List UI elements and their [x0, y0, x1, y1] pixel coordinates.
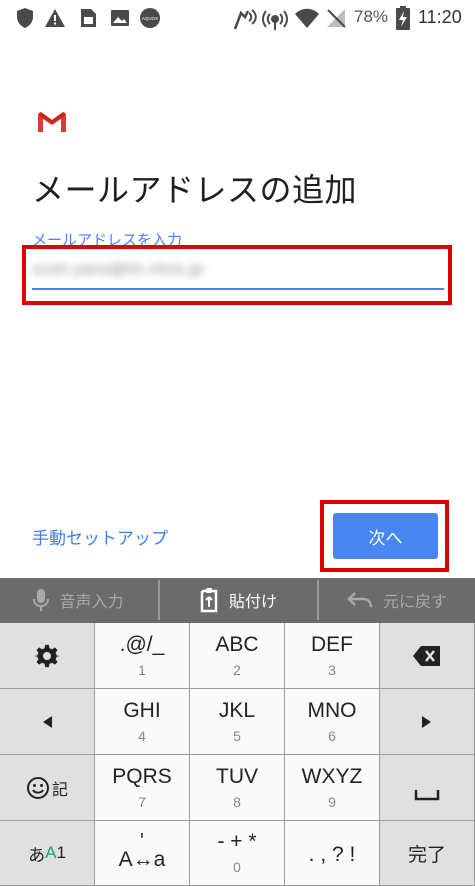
case-key-label: A↔a — [118, 848, 166, 871]
key-4[interactable]: GHI 4 — [95, 689, 190, 755]
key-3[interactable]: DEF 3 — [285, 623, 380, 689]
voice-input-label: 音声入力 — [59, 592, 124, 611]
input-mode-key[interactable]: あ A 1 — [0, 821, 95, 886]
smiley-icon — [26, 776, 49, 799]
key-7[interactable]: PQRS 7 — [95, 755, 190, 821]
key-5-number: 5 — [233, 727, 241, 744]
gear-icon — [34, 644, 60, 667]
paste-label: 貼付け — [228, 592, 277, 611]
status-time: 11:20 — [418, 7, 462, 27]
image-icon — [111, 10, 129, 26]
battery-percentage: 78% — [354, 7, 389, 26]
key-6-number: 6 — [328, 727, 336, 744]
shield-icon — [17, 8, 33, 28]
key-2-number: 2 — [233, 661, 241, 678]
emoji-key-label: 記 — [51, 779, 68, 799]
key-5[interactable]: JKL 5 — [190, 689, 285, 755]
gmail-logo-icon — [38, 112, 66, 132]
svg-text:AQUOS: AQUOS — [142, 16, 158, 21]
microphone-icon — [33, 589, 50, 611]
paste-button[interactable]: 貼付け — [160, 580, 316, 620]
key-8-number: 8 — [233, 793, 241, 810]
punctuation-key-label: . , ? ! — [308, 843, 356, 866]
case-toggle-key[interactable]: ' A↔a — [95, 821, 190, 886]
aquos-icon: AQUOS — [140, 8, 160, 28]
key-1[interactable]: .@/_ 1 — [95, 623, 190, 689]
key-8[interactable]: TUV 8 — [190, 755, 285, 821]
backspace-key[interactable] — [380, 623, 475, 689]
key-5-label: JKL — [218, 698, 256, 722]
page-title: メールアドレスの追加 — [32, 171, 358, 209]
space-icon — [414, 789, 440, 800]
battery-charging-icon — [396, 6, 410, 30]
space-key[interactable] — [380, 755, 475, 821]
key-7-label: PQRS — [112, 764, 172, 788]
key-0-label: - + * — [217, 830, 257, 853]
settings-key[interactable] — [0, 623, 95, 689]
cursor-right-key[interactable] — [380, 689, 475, 755]
warning-icon — [45, 9, 65, 27]
keyboard: 音声入力 貼付け 元に戻す .@/_ 1 ABC 2 DEF 3 GHI 4 J… — [0, 578, 475, 886]
mode-number: 1 — [56, 843, 66, 862]
backspace-icon — [413, 645, 440, 666]
voice-input-button[interactable]: 音声入力 — [0, 580, 157, 620]
clipboard-icon — [200, 588, 218, 613]
key-1-number: 1 — [138, 661, 146, 678]
sim-card-icon — [81, 9, 96, 27]
undo-label: 元に戻す — [382, 592, 447, 611]
key-7-number: 7 — [138, 793, 146, 810]
key-1-label: .@/_ — [119, 632, 165, 656]
mode-alpha: A — [45, 843, 57, 862]
key-0[interactable]: - + * 0 — [190, 821, 285, 886]
nfc-icon — [233, 9, 257, 30]
hotspot-icon — [262, 10, 288, 30]
highlight-next-button — [320, 500, 449, 572]
no-signal-icon — [327, 9, 346, 28]
key-4-number: 4 — [138, 727, 146, 744]
undo-icon — [347, 592, 373, 608]
key-2[interactable]: ABC 2 — [190, 623, 285, 689]
punctuation-key[interactable]: . , ? ! — [285, 821, 380, 886]
done-key-label: 完了 — [407, 843, 446, 866]
key-9-label: WXYZ — [301, 764, 363, 788]
arrow-right-icon — [422, 715, 431, 728]
arrow-left-icon — [43, 715, 52, 728]
key-3-label: DEF — [311, 632, 353, 656]
done-key[interactable]: 完了 — [380, 821, 475, 886]
key-2-label: ABC — [215, 632, 259, 656]
highlight-email-field — [22, 245, 452, 305]
keyboard-toolbar: 音声入力 貼付け 元に戻す — [0, 578, 475, 623]
case-key-apostrophe: ' — [139, 830, 145, 851]
mode-hiragana: あ — [28, 845, 46, 866]
status-bar: AQUOS 78% 11:20 — [0, 0, 475, 36]
key-4-label: GHI — [123, 698, 161, 722]
wifi-icon — [295, 8, 319, 28]
emoji-symbol-key[interactable]: 記 — [0, 755, 95, 821]
manual-setup-link[interactable]: 手動セットアップ — [32, 524, 168, 549]
key-3-number: 3 — [328, 661, 336, 678]
key-9-number: 9 — [328, 793, 336, 810]
undo-button[interactable]: 元に戻す — [319, 580, 475, 620]
key-8-label: TUV — [216, 764, 258, 788]
key-6-label: MNO — [307, 698, 357, 722]
cursor-left-key[interactable] — [0, 689, 95, 755]
key-6[interactable]: MNO 6 — [285, 689, 380, 755]
key-0-number: 0 — [233, 859, 241, 875]
key-9[interactable]: WXYZ 9 — [285, 755, 380, 821]
